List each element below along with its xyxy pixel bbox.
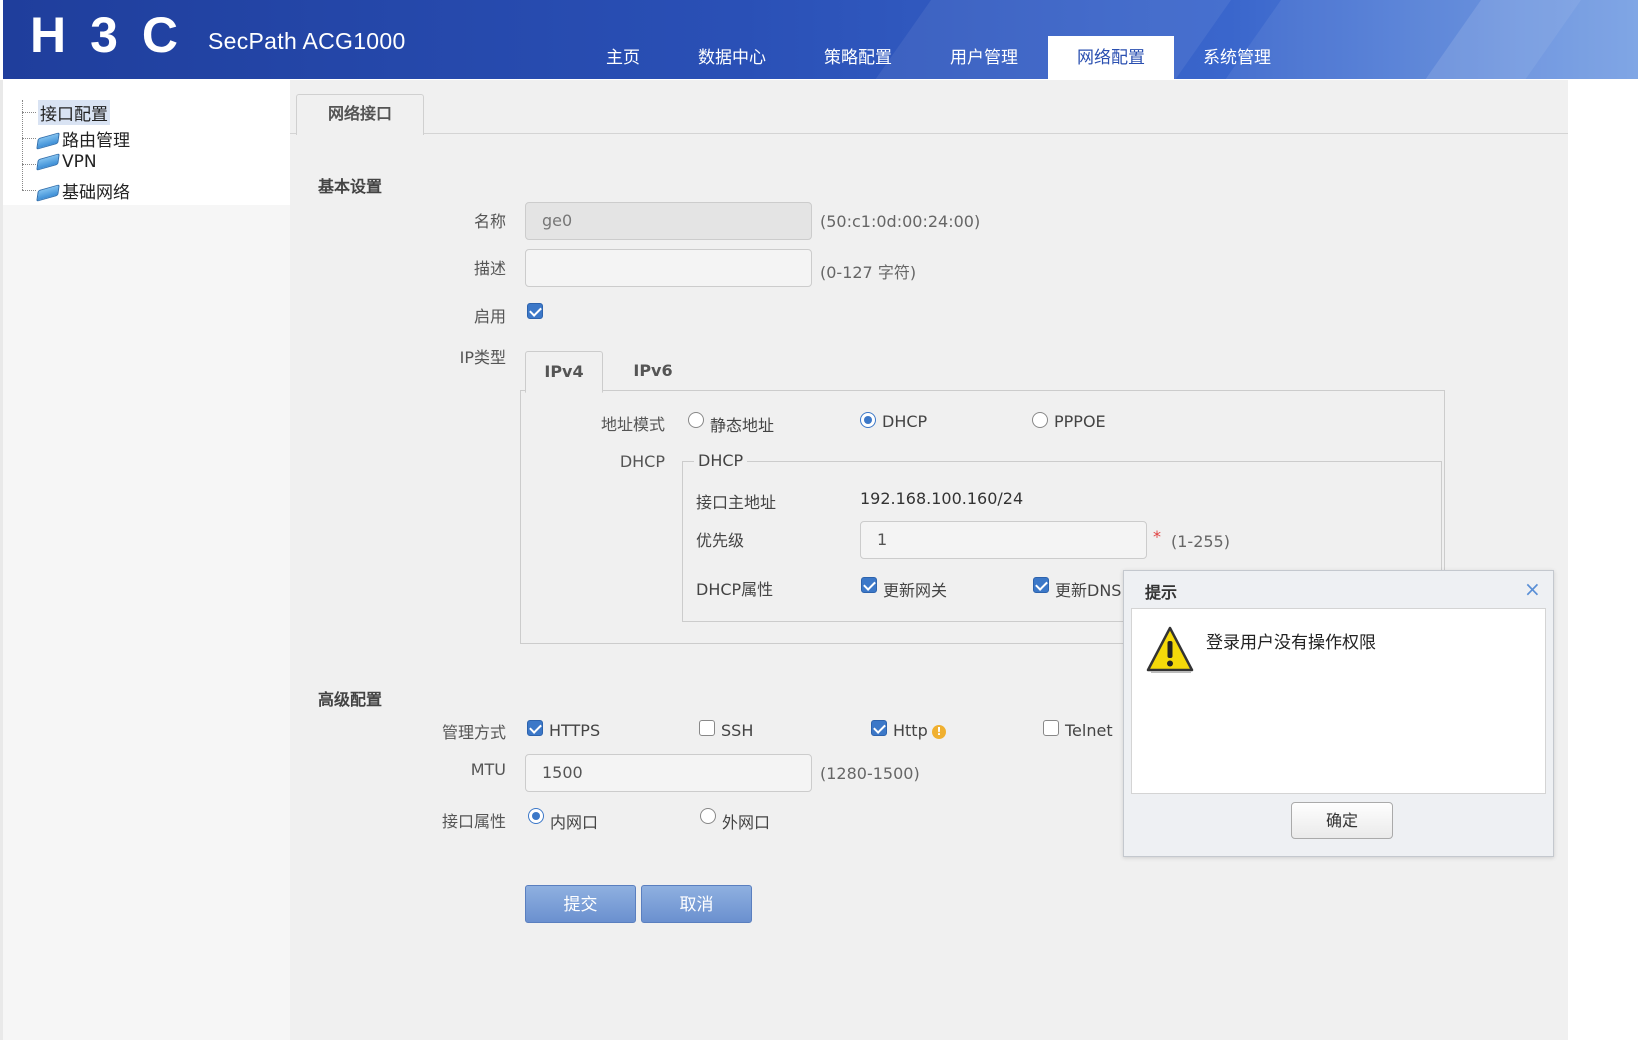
right-margin [1568, 80, 1638, 1040]
mtu-label: MTU [470, 760, 506, 779]
ssh-checkbox[interactable] [699, 720, 715, 736]
tab-ipv6[interactable]: IPv6 [615, 351, 691, 391]
dhcp-attr-label: DHCP属性 [696, 580, 774, 599]
update-gateway-checkbox[interactable] [861, 577, 877, 593]
description-input[interactable] [525, 249, 812, 287]
ip-type-label: IP类型 [459, 348, 506, 367]
folder-icon [36, 132, 60, 150]
sidebar-item-label: VPN [62, 152, 97, 172]
radio-dhcp[interactable] [860, 412, 876, 428]
info-icon[interactable]: ! [932, 725, 946, 739]
telnet-checkbox[interactable] [1043, 720, 1059, 736]
folder-icon [36, 153, 60, 171]
mtu-hint: (1280-1500) [820, 764, 920, 783]
sidebar-item-vpn[interactable]: VPN [36, 152, 97, 172]
tab-bar-divider [290, 133, 1568, 134]
priority-input[interactable]: 1 [860, 521, 1147, 559]
pppoe-label: PPPOE [1054, 412, 1106, 431]
cancel-button[interactable]: 取消 [641, 885, 752, 923]
tab-ipv4[interactable]: IPv4 [525, 351, 603, 393]
required-marker: * [1153, 527, 1161, 546]
priority-hint: (1-255) [1171, 532, 1230, 551]
sidebar-item-routing[interactable]: 路由管理 [36, 126, 130, 151]
http-label: Http [893, 721, 928, 740]
https-checkbox[interactable] [527, 720, 543, 736]
telnet-label: Telnet [1065, 721, 1113, 740]
nav-home[interactable]: 主页 [590, 36, 656, 80]
dialog-message: 登录用户没有操作权限 [1206, 633, 1376, 653]
name-input[interactable]: ge0 [525, 202, 812, 240]
sidebar-item-label: 基础网络 [62, 183, 130, 203]
interface-attr-label: 接口属性 [441, 812, 506, 831]
h3c-logo: H3C [30, 14, 179, 58]
nav-system-management[interactable]: 系统管理 [1195, 36, 1279, 80]
update-dns-checkbox[interactable] [1033, 577, 1049, 593]
update-gateway-label: 更新网关 [883, 581, 948, 600]
address-mode-label: 地址模式 [600, 415, 665, 434]
radio-internal-port[interactable] [528, 808, 544, 824]
radio-external-port[interactable] [700, 808, 716, 824]
svg-text:H3C: H3C [30, 14, 177, 58]
internal-port-label: 内网口 [550, 813, 599, 832]
sidebar-item-basic-network[interactable]: 基础网络 [36, 178, 130, 203]
dialog-title: 提示 [1145, 583, 1178, 602]
ok-button[interactable]: 确定 [1291, 802, 1393, 839]
https-label: HTTPS [549, 721, 601, 740]
dhcp-legend: DHCP [694, 451, 748, 470]
priority-label: 优先级 [696, 531, 745, 550]
nav-network-config[interactable]: 网络配置 [1048, 36, 1174, 80]
submit-button[interactable]: 提交 [525, 885, 636, 923]
ssh-label: SSH [721, 721, 754, 740]
sidebar-background [3, 205, 290, 1040]
name-label: 名称 [473, 212, 506, 231]
enable-label: 启用 [473, 307, 506, 326]
management-label: 管理方式 [441, 723, 506, 742]
product-name: SecPath ACG1000 [208, 28, 406, 54]
mtu-input[interactable]: 1500 [525, 754, 812, 792]
name-mac-hint: (50:c1:0d:00:24:00) [820, 212, 981, 231]
close-icon[interactable]: × [1524, 577, 1541, 601]
dhcp-row-label: DHCP [619, 452, 665, 471]
sidebar-item-label: 路由管理 [62, 131, 130, 151]
nav-policy-config[interactable]: 策略配置 [816, 36, 900, 80]
warning-icon [1146, 626, 1194, 673]
primary-address-value: 192.168.100.160/24 [860, 489, 1024, 508]
dhcp-mode-label: DHCP [882, 412, 928, 431]
static-address-label: 静态地址 [710, 416, 775, 435]
section-basic-settings: 基本设置 [318, 177, 383, 196]
tab-network-interface[interactable]: 网络接口 [296, 94, 424, 135]
primary-address-label: 接口主地址 [696, 493, 777, 512]
folder-icon [36, 184, 60, 202]
description-hint: (0-127 字符) [820, 263, 917, 282]
radio-static-address[interactable] [688, 412, 704, 428]
http-checkbox[interactable] [871, 720, 887, 736]
description-label: 描述 [473, 259, 506, 278]
radio-pppoe[interactable] [1032, 412, 1048, 428]
enable-checkbox[interactable] [527, 303, 543, 319]
external-port-label: 外网口 [722, 813, 771, 832]
nav-user-management[interactable]: 用户管理 [942, 36, 1026, 80]
sidebar-item-interface-config[interactable]: 接口配置 [38, 100, 110, 125]
section-advanced-config: 高级配置 [318, 690, 383, 709]
nav-data-center[interactable]: 数据中心 [690, 36, 774, 80]
update-dns-label: 更新DNS [1055, 581, 1122, 600]
